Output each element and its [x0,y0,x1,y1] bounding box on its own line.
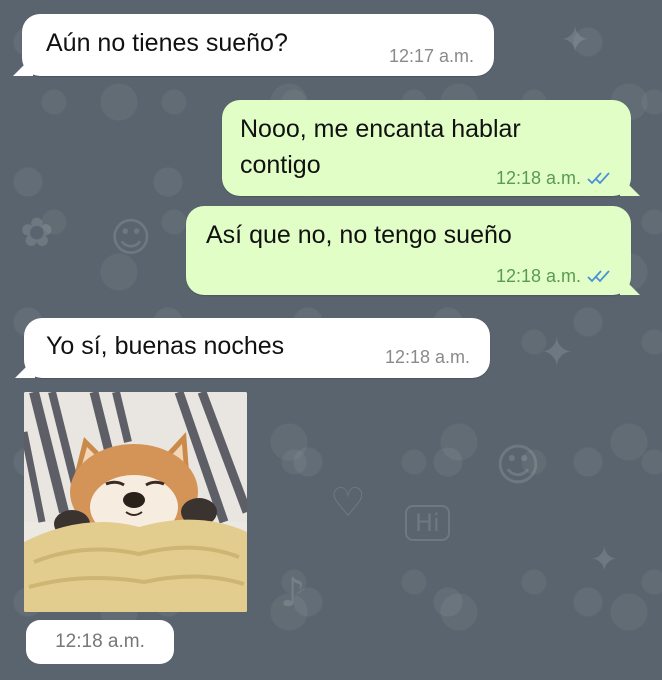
message-time-text: 12:18 a.m. [495,168,581,188]
flower-doodle-icon: ✿ [20,210,54,256]
smiley-doodle-icon: ☺ [495,440,541,491]
message-bubble-outgoing[interactable]: Nooo, me encanta hablar contigo 12:18 a.… [222,100,640,196]
message-text-line: Nooo, me encanta hablar [240,115,521,143]
hi-doodle: Hi [405,505,450,541]
message-text-line: contigo [240,151,321,179]
message-time: 12:18 a.m. [385,345,470,370]
message-bubble-incoming[interactable]: Aún no tienes sueño? 12:17 a.m. [13,14,494,76]
yellow-blanket [24,519,247,612]
message-time-text: 12:18 a.m. [384,347,470,367]
smiley-doodle-icon: ☺ [110,215,152,261]
message-text: Así que no, no tengo sueño [206,221,512,249]
star-doodle-icon: ✦ [540,330,574,376]
sticker-time-text: 12:18 a.m. [55,631,145,652]
heart-doodle-icon: ♡ [330,480,366,526]
message-bubble-incoming[interactable]: Yo sí, buenas noches 12:18 a.m. [15,318,490,378]
sticker-time-badge: 12:18 a.m. [26,620,174,664]
music-doodle-icon: ♪ [280,570,306,616]
message-time: 12:18 a.m. [496,264,613,289]
message-time-text: 12:18 a.m. [495,266,581,286]
star-doodle-icon: ✦ [560,20,591,61]
sleeping-shiba-dog-sticker[interactable] [24,392,247,612]
message-text: Aún no tienes sueño? [46,29,288,57]
read-double-check-icon [587,172,610,185]
message-text: Yo sí, buenas noches [46,332,285,360]
message-bubble-outgoing[interactable]: Así que no, no tengo sueño 12:18 a.m. [186,206,640,295]
star-doodle-icon: ✦ [590,540,619,580]
shiba-sticker-image [24,392,247,612]
message-time: 12:17 a.m. [389,44,474,69]
read-double-check-icon [587,270,610,283]
message-time-text: 12:17 a.m. [388,46,474,66]
message-time: 12:18 a.m. [496,166,613,191]
